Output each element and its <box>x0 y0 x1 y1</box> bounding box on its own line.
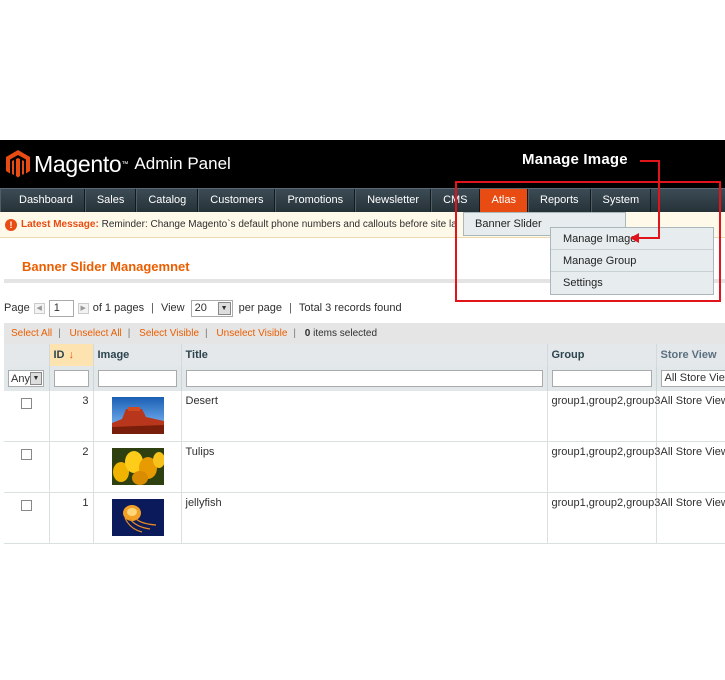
separator: | <box>205 328 208 339</box>
row-image-cell <box>93 441 182 493</box>
row-store: All Store Views <box>656 492 725 544</box>
col-title-header[interactable]: Title <box>181 344 548 366</box>
next-page-button[interactable]: ▶ <box>77 302 89 314</box>
filter-image-input[interactable] <box>97 370 177 387</box>
filter-group-input[interactable] <box>551 370 652 387</box>
brand-name: Magento <box>34 150 122 177</box>
filter-image-cell <box>93 366 182 391</box>
row-checkbox[interactable] <box>21 398 32 409</box>
table-row[interactable]: 2 Tulips group1,group2,group3 All Store … <box>4 441 725 493</box>
per-page-select[interactable]: 20 ▼ <box>190 299 233 317</box>
row-checkbox[interactable] <box>21 449 32 460</box>
nav-item-customers[interactable]: Customers <box>198 189 276 212</box>
unselect-all-link[interactable]: Unselect All <box>70 328 122 339</box>
row-group: group1,group2,group3 <box>547 441 660 493</box>
row-title: jellyfish <box>181 492 548 544</box>
of-pages-label: of 1 pages <box>92 302 145 314</box>
annotation-connector <box>658 160 660 239</box>
col-id-label: ID <box>53 349 65 361</box>
per-page-value: 20 <box>194 302 207 314</box>
nav-item-promotions[interactable]: Promotions <box>275 189 356 212</box>
latest-message-text: Reminder: Change Magento`s default phone… <box>98 219 457 230</box>
chevron-down-icon: ▼ <box>217 301 231 315</box>
nav-item-sales[interactable]: Sales <box>84 189 137 212</box>
trademark: ™ <box>121 160 129 168</box>
row-group: group1,group2,group3 <box>547 391 660 442</box>
filter-store-select[interactable]: All Store Views <box>660 370 725 387</box>
magento-logo[interactable]: Magento ™ Admin Panel <box>6 150 231 178</box>
per-page-label: per page <box>238 302 283 314</box>
exclamation-icon: ! <box>5 219 17 231</box>
view-label: View <box>160 302 185 314</box>
tulips-thumbnail <box>111 448 165 485</box>
row-group: group1,group2,group3 <box>547 492 660 544</box>
nav-item-dashboard[interactable]: Dashboard <box>0 189 85 212</box>
select-visible-link[interactable]: Select Visible <box>139 328 199 339</box>
table-row[interactable]: 1 jellyfish group1,group2,group3 All Sto… <box>4 492 725 544</box>
annotation-highlight-box <box>455 181 721 302</box>
select-all-link[interactable]: Select All <box>11 328 52 339</box>
row-id: 3 <box>49 391 94 442</box>
admin-screen: Magento ™ Admin Panel Manage Image Dashbo… <box>0 0 725 680</box>
col-id-header[interactable]: ID ↓ <box>49 344 94 366</box>
page-title: Banner Slider Managemnet <box>22 259 190 274</box>
separator: | <box>289 302 292 314</box>
total-records: Total 3 records found <box>298 302 402 314</box>
row-title: Desert <box>181 391 548 442</box>
filter-any-select[interactable]: Any ▼ <box>8 370 44 387</box>
pager: Page ◀ 1 ▶ of 1 pages | View 20 ▼ per pag… <box>4 298 402 318</box>
row-checkbox[interactable] <box>21 500 32 511</box>
filter-title-cell <box>181 366 548 391</box>
selected-label: items selected <box>310 328 378 339</box>
page-input[interactable]: 1 <box>48 299 74 317</box>
row-title: Tulips <box>181 441 548 493</box>
prev-page-button[interactable]: ◀ <box>33 302 45 314</box>
banner-grid: ID ↓ Image Title Group Store View Any ▼ Al… <box>4 344 725 544</box>
row-checkbox-cell <box>4 441 50 493</box>
filter-store-cell: All Store Views <box>656 366 725 391</box>
brand-subtitle: Admin Panel <box>134 154 231 173</box>
magento-logo-icon <box>6 150 30 178</box>
desert-thumbnail <box>111 397 164 434</box>
page-label: Page <box>4 302 30 314</box>
chevron-down-icon: ▼ <box>30 372 42 385</box>
filter-any-value: Any <box>11 372 30 385</box>
col-storeview-header[interactable]: Store View <box>656 344 725 366</box>
col-image-header: Image <box>93 344 182 366</box>
nav-item-catalog[interactable]: Catalog <box>136 189 199 212</box>
table-row[interactable]: 3 Desert group1,group2,group3 All Store … <box>4 391 725 442</box>
annotation-label: Manage Image <box>522 151 628 168</box>
nav-item-newsletter[interactable]: Newsletter <box>355 189 432 212</box>
grid-header-row: ID ↓ Image Title Group Store View <box>4 344 725 366</box>
col-checkbox <box>4 344 50 366</box>
row-id: 1 <box>49 492 94 544</box>
row-checkbox-cell <box>4 492 50 544</box>
sort-desc-icon: ↓ <box>68 349 75 361</box>
filter-group-cell <box>547 366 657 391</box>
latest-message-label: Latest Message: <box>21 219 99 230</box>
row-image-cell <box>93 391 182 442</box>
row-checkbox-cell <box>4 391 50 442</box>
row-store: All Store Views <box>656 391 725 442</box>
separator: | <box>151 302 154 314</box>
grid-filter-row: Any▼ All Store Views <box>4 366 725 391</box>
separator: | <box>127 328 131 339</box>
filter-id-input[interactable] <box>53 370 89 387</box>
row-store: All Store Views <box>656 441 725 493</box>
filter-id-cell <box>49 366 94 391</box>
annotation-connector <box>637 237 660 239</box>
jellyfish-thumbnail <box>111 499 164 536</box>
filter-checkbox-cell: Any ▼ <box>4 366 50 391</box>
unselect-visible-link[interactable]: Unselect Visible <box>216 328 287 339</box>
arrow-left-icon <box>630 233 639 243</box>
col-group-header[interactable]: Group <box>547 344 657 366</box>
separator: | <box>58 328 61 339</box>
separator: | <box>293 328 296 339</box>
annotation-connector <box>640 160 660 162</box>
row-image-cell <box>93 492 182 544</box>
row-id: 2 <box>49 441 94 493</box>
filter-title-input[interactable] <box>185 370 543 387</box>
massaction-bar: Select All | Unselect All | Select Visible… <box>4 323 725 344</box>
